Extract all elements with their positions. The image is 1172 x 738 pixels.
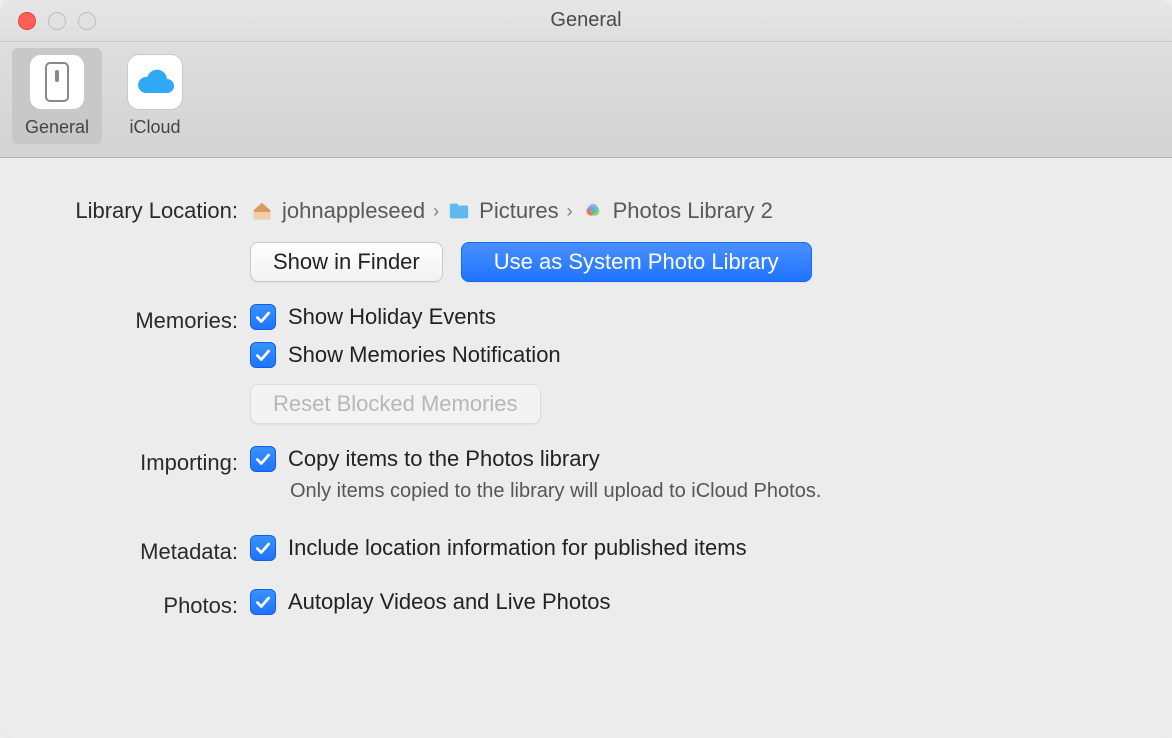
slider-switch-icon: [29, 54, 85, 110]
titlebar: General: [0, 0, 1172, 42]
zoom-window-button[interactable]: [78, 12, 96, 30]
copy-items-subtext: Only items copied to the library will up…: [290, 480, 1136, 503]
show-memories-notification-label: Show Memories Notification: [288, 342, 561, 368]
checkbox-checked-icon: [250, 342, 276, 368]
checkbox-checked-icon: [250, 589, 276, 615]
metadata-label: Metadata:: [40, 535, 250, 565]
library-breadcrumb: johnappleseed › Pictures › Photos Librar…: [250, 194, 1136, 224]
photos-row: Photos: Autoplay Videos and Live Photos: [40, 589, 1136, 625]
autoplay-checkbox[interactable]: Autoplay Videos and Live Photos: [250, 589, 1136, 615]
copy-items-checkbox[interactable]: Copy items to the Photos library: [250, 446, 1136, 472]
icloud-icon: [127, 54, 183, 110]
include-location-label: Include location information for publish…: [288, 535, 747, 561]
window-title: General: [0, 9, 1172, 32]
preferences-toolbar: General iCloud: [0, 42, 1172, 158]
show-holiday-events-label: Show Holiday Events: [288, 304, 496, 330]
importing-row: Importing: Copy items to the Photos libr…: [40, 446, 1136, 517]
chevron-right-icon: ›: [433, 201, 439, 222]
breadcrumb-pictures[interactable]: Pictures: [479, 198, 558, 224]
include-location-checkbox[interactable]: Include location information for publish…: [250, 535, 1136, 561]
photos-library-icon: [581, 199, 605, 223]
chevron-right-icon: ›: [567, 201, 573, 222]
reset-blocked-memories-button[interactable]: Reset Blocked Memories: [250, 384, 541, 424]
checkbox-checked-icon: [250, 446, 276, 472]
checkbox-checked-icon: [250, 535, 276, 561]
breadcrumb-library[interactable]: Photos Library 2: [613, 198, 773, 224]
photos-label: Photos:: [40, 589, 250, 619]
preferences-window: General General iCloud Library Location:: [0, 0, 1172, 738]
show-memories-notification-checkbox[interactable]: Show Memories Notification: [250, 342, 1136, 368]
tab-general[interactable]: General: [12, 48, 102, 144]
metadata-row: Metadata: Include location information f…: [40, 535, 1136, 571]
use-as-system-library-button[interactable]: Use as System Photo Library: [461, 242, 812, 282]
importing-label: Importing:: [40, 446, 250, 476]
show-in-finder-button[interactable]: Show in Finder: [250, 242, 443, 282]
window-controls: [18, 12, 96, 30]
checkbox-checked-icon: [250, 304, 276, 330]
memories-label: Memories:: [40, 304, 250, 334]
memories-row: Memories: Show Holiday Events Show Memor…: [40, 304, 1136, 424]
library-location-row: Library Location: johnappleseed › Pictur…: [40, 194, 1136, 282]
minimize-window-button[interactable]: [48, 12, 66, 30]
copy-items-label: Copy items to the Photos library: [288, 446, 600, 472]
autoplay-label: Autoplay Videos and Live Photos: [288, 589, 611, 615]
library-location-label: Library Location:: [40, 194, 250, 224]
tab-general-label: General: [25, 118, 89, 136]
tab-icloud-label: iCloud: [129, 118, 180, 136]
pictures-folder-icon: [447, 199, 471, 223]
close-window-button[interactable]: [18, 12, 36, 30]
show-holiday-events-checkbox[interactable]: Show Holiday Events: [250, 304, 1136, 330]
breadcrumb-home[interactable]: johnappleseed: [282, 198, 425, 224]
general-pane: Library Location: johnappleseed › Pictur…: [0, 158, 1172, 738]
tab-icloud[interactable]: iCloud: [110, 48, 200, 144]
home-folder-icon: [250, 199, 274, 223]
